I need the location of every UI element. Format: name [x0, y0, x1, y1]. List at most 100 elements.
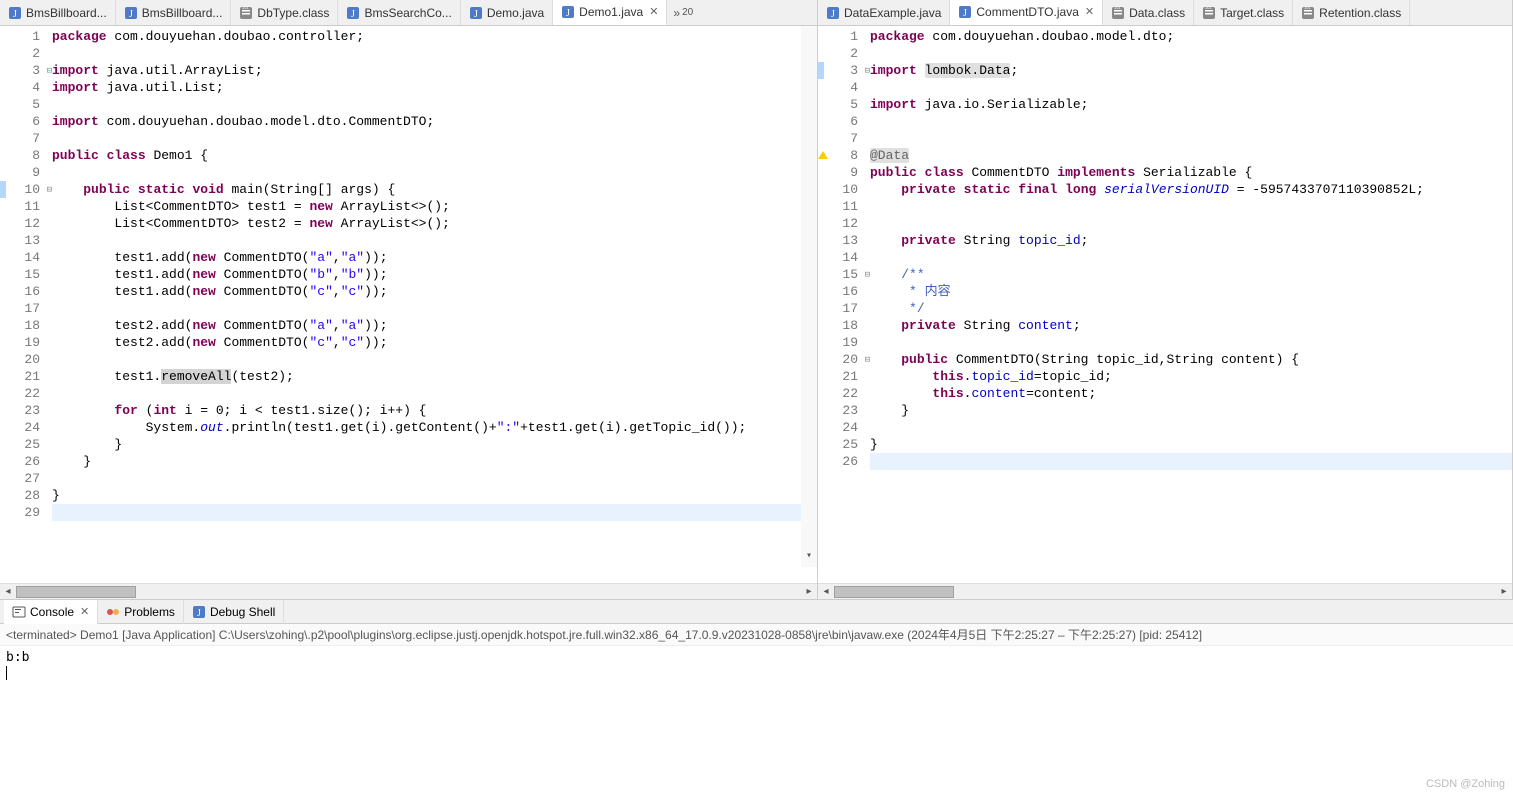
code-line[interactable]: } [870, 436, 1512, 453]
hscroll-thumb[interactable] [16, 586, 136, 598]
line-number[interactable]: 22 [818, 385, 868, 402]
line-number[interactable]: 8 [818, 147, 868, 164]
editor-tab[interactable]: 101DbType.class [231, 0, 338, 26]
scroll-left-icon[interactable]: ◂ [818, 584, 834, 599]
line-number[interactable]: 5 [0, 96, 50, 113]
line-number[interactable]: 27 [0, 470, 50, 487]
line-number[interactable]: 24 [0, 419, 50, 436]
line-number[interactable]: 11 [0, 198, 50, 215]
scroll-right-icon[interactable]: ▸ [1496, 584, 1512, 599]
editor-tab[interactable]: 101Data.class [1103, 0, 1194, 26]
code-line[interactable]: import lombok.Data; [870, 62, 1512, 79]
code-line[interactable]: /** [870, 266, 1512, 283]
code-line[interactable]: List<CommentDTO> test1 = new ArrayList<>… [52, 198, 817, 215]
line-number[interactable]: 20 [0, 351, 50, 368]
line-number[interactable]: 3 [818, 62, 868, 79]
code-line[interactable] [52, 164, 817, 181]
line-number[interactable]: 20 [818, 351, 868, 368]
line-number[interactable]: 8 [0, 147, 50, 164]
code-line[interactable]: import com.douyuehan.doubao.model.dto.Co… [52, 113, 817, 130]
line-number[interactable]: 19 [818, 334, 868, 351]
code-line[interactable] [52, 470, 817, 487]
left-code-body[interactable]: package com.douyuehan.doubao.controller;… [50, 26, 817, 583]
code-line[interactable] [870, 453, 1512, 470]
line-number[interactable]: 2 [0, 45, 50, 62]
scroll-down-icon[interactable]: ▾ [801, 548, 817, 565]
scroll-right-icon[interactable]: ▸ [801, 584, 817, 599]
line-number[interactable]: 29 [0, 504, 50, 521]
close-icon[interactable]: ✕ [80, 605, 89, 618]
line-number[interactable]: 15 [818, 266, 868, 283]
code-line[interactable] [52, 96, 817, 113]
code-line[interactable]: this.topic_id=topic_id; [870, 368, 1512, 385]
left-vscroll[interactable]: ▾ [801, 26, 817, 567]
line-number[interactable]: 4 [818, 79, 868, 96]
line-number[interactable]: 28 [0, 487, 50, 504]
code-line[interactable] [870, 215, 1512, 232]
code-line[interactable]: test1.removeAll(test2); [52, 368, 817, 385]
code-line[interactable]: this.content=content; [870, 385, 1512, 402]
line-number[interactable]: 7 [0, 130, 50, 147]
close-icon[interactable]: ✕ [1085, 5, 1094, 18]
warning-icon[interactable] [818, 151, 828, 159]
line-number[interactable]: 14 [0, 249, 50, 266]
code-line[interactable]: public static void main(String[] args) { [52, 181, 817, 198]
console-output[interactable]: b:b [0, 646, 1513, 794]
code-line[interactable]: import java.util.List; [52, 79, 817, 96]
code-line[interactable]: import java.util.ArrayList; [52, 62, 817, 79]
line-number[interactable]: 21 [818, 368, 868, 385]
code-line[interactable] [870, 419, 1512, 436]
line-number[interactable]: 15 [0, 266, 50, 283]
code-line[interactable]: test1.add(new CommentDTO("b","b")); [52, 266, 817, 283]
line-number[interactable]: 12 [0, 215, 50, 232]
left-code-area[interactable]: 1234567891011121314151617181920212223242… [0, 26, 817, 583]
editor-tab[interactable]: JBmsBillboard... [116, 0, 232, 26]
code-line[interactable]: } [52, 453, 817, 470]
line-number[interactable]: 4 [0, 79, 50, 96]
code-line[interactable] [52, 45, 817, 62]
bottom-tab-problems[interactable]: Problems [98, 600, 184, 624]
line-number[interactable]: 26 [818, 453, 868, 470]
line-number[interactable]: 12 [818, 215, 868, 232]
line-number[interactable]: 10 [818, 181, 868, 198]
line-number[interactable]: 25 [818, 436, 868, 453]
editor-tab[interactable]: JBmsSearchCo... [338, 0, 460, 26]
code-line[interactable] [870, 249, 1512, 266]
code-line[interactable] [52, 232, 817, 249]
line-number[interactable]: 18 [0, 317, 50, 334]
code-line[interactable]: package com.douyuehan.doubao.controller; [52, 28, 817, 45]
code-line[interactable] [52, 130, 817, 147]
editor-tab[interactable]: 101Target.class [1194, 0, 1293, 26]
line-number[interactable]: 11 [818, 198, 868, 215]
code-line[interactable]: List<CommentDTO> test2 = new ArrayList<>… [52, 215, 817, 232]
code-line[interactable]: for (int i = 0; i < test1.size(); i++) { [52, 402, 817, 419]
line-number[interactable]: 6 [0, 113, 50, 130]
line-number[interactable]: 7 [818, 130, 868, 147]
hscroll-thumb[interactable] [834, 586, 954, 598]
code-line[interactable]: test2.add(new CommentDTO("c","c")); [52, 334, 817, 351]
code-line[interactable]: } [52, 436, 817, 453]
line-number[interactable]: 17 [0, 300, 50, 317]
scroll-left-icon[interactable]: ◂ [0, 584, 16, 599]
code-line[interactable] [52, 300, 817, 317]
line-number[interactable]: 25 [0, 436, 50, 453]
code-line[interactable]: * 内容 [870, 283, 1512, 300]
left-hscroll[interactable]: ◂ ▸ [0, 583, 817, 599]
code-line[interactable]: System.out.println(test1.get(i).getConte… [52, 419, 817, 436]
code-line[interactable]: } [870, 402, 1512, 419]
line-number[interactable]: 9 [818, 164, 868, 181]
editor-tab[interactable]: JCommentDTO.java✕ [950, 0, 1103, 26]
code-line[interactable]: test2.add(new CommentDTO("a","a")); [52, 317, 817, 334]
line-number[interactable]: 2 [818, 45, 868, 62]
line-number[interactable]: 16 [0, 283, 50, 300]
code-line[interactable]: public CommentDTO(String topic_id,String… [870, 351, 1512, 368]
editor-tab[interactable]: 101Retention.class [1293, 0, 1410, 26]
line-number[interactable]: 23 [0, 402, 50, 419]
code-line[interactable]: test1.add(new CommentDTO("c","c")); [52, 283, 817, 300]
line-number[interactable]: 18 [818, 317, 868, 334]
editor-tab[interactable]: JDataExample.java [818, 0, 950, 26]
line-number[interactable]: 1 [818, 28, 868, 45]
line-number[interactable]: 13 [818, 232, 868, 249]
line-number[interactable]: 17 [818, 300, 868, 317]
code-line[interactable] [870, 334, 1512, 351]
